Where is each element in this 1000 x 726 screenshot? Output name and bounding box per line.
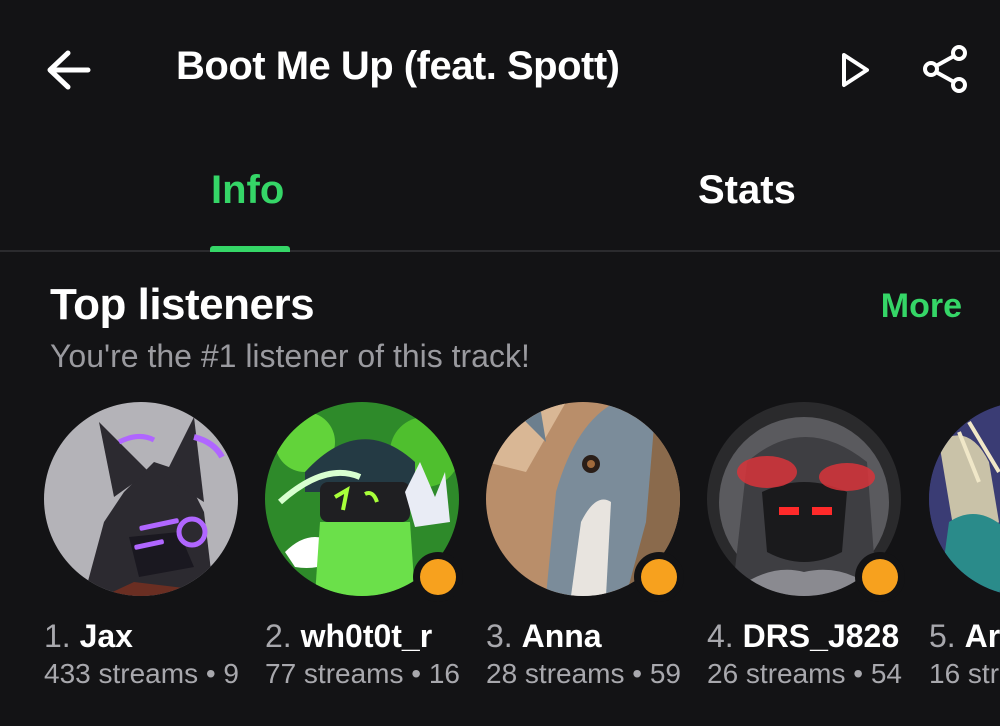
avatar: [44, 402, 238, 596]
listener-rank: 2.: [265, 618, 292, 654]
status-badge: [634, 552, 684, 602]
avatar-container: [486, 402, 684, 602]
status-badge: [413, 552, 463, 602]
listener-name: Ar: [964, 618, 1000, 654]
listener-name: Jax: [79, 618, 133, 654]
listener-card[interactable]: 4. DRS_J828 26 streams • 54: [707, 402, 905, 726]
tab-info[interactable]: Info: [211, 168, 284, 213]
avatar: [929, 402, 1000, 596]
share-button[interactable]: [920, 44, 970, 94]
badge-dot-icon: [641, 559, 677, 595]
listener-name-line: 1. Jax: [44, 618, 240, 655]
active-tab-indicator: [210, 246, 290, 252]
listener-name-line: 3. Anna: [486, 618, 682, 655]
more-link[interactable]: More: [881, 287, 962, 326]
listener-stats: 433 streams • 9: [44, 658, 240, 689]
listener-stats: 28 streams • 59: [486, 658, 682, 689]
listener-stats: 26 streams • 54: [707, 658, 903, 689]
listener-name-line: 2. wh0t0t_r: [265, 618, 461, 655]
listener-card[interactable]: 2. wh0t0t_r 77 streams • 16: [265, 402, 463, 726]
tab-bar: Info Stats: [0, 140, 1000, 252]
arrow-left-icon: [47, 50, 91, 90]
listener-stats: 77 streams • 16: [265, 658, 461, 689]
badge-dot-icon: [420, 559, 456, 595]
top-bar: Boot Me Up (feat. Spott): [0, 0, 1000, 140]
listener-card[interactable]: 5. Ar 16 str: [929, 402, 1000, 726]
listener-stats: 16 str: [929, 658, 1000, 689]
avatar-container: [707, 402, 905, 602]
listener-name: DRS_J828: [742, 618, 900, 654]
listener-name: wh0t0t_r: [300, 618, 433, 654]
avatar-container: [265, 402, 463, 602]
listener-name-line: 5. Ar: [929, 618, 1000, 655]
listener-name-line: 4. DRS_J828: [707, 618, 903, 655]
listener-card[interactable]: 1. Jax 433 streams • 9: [44, 402, 240, 726]
listener-card[interactable]: 3. Anna 28 streams • 59: [486, 402, 684, 726]
tab-stats[interactable]: Stats: [698, 168, 796, 213]
play-button[interactable]: [838, 50, 872, 90]
listener-name: Anna: [521, 618, 602, 654]
back-button[interactable]: [44, 48, 92, 92]
listener-rank: 3.: [486, 618, 513, 654]
listener-rank: 4.: [707, 618, 734, 654]
badge-dot-icon: [862, 559, 898, 595]
status-badge: [855, 552, 905, 602]
avatar-container: [929, 402, 1000, 596]
play-icon: [842, 53, 869, 87]
share-icon: [923, 45, 967, 93]
section-title: Top listeners: [50, 280, 315, 329]
listener-rank: 5.: [929, 618, 956, 654]
listener-rank: 1.: [44, 618, 71, 654]
avatar-container: [44, 402, 238, 596]
track-title: Boot Me Up (feat. Spott): [176, 44, 620, 88]
section-subtitle: You're the #1 listener of this track!: [50, 338, 530, 374]
